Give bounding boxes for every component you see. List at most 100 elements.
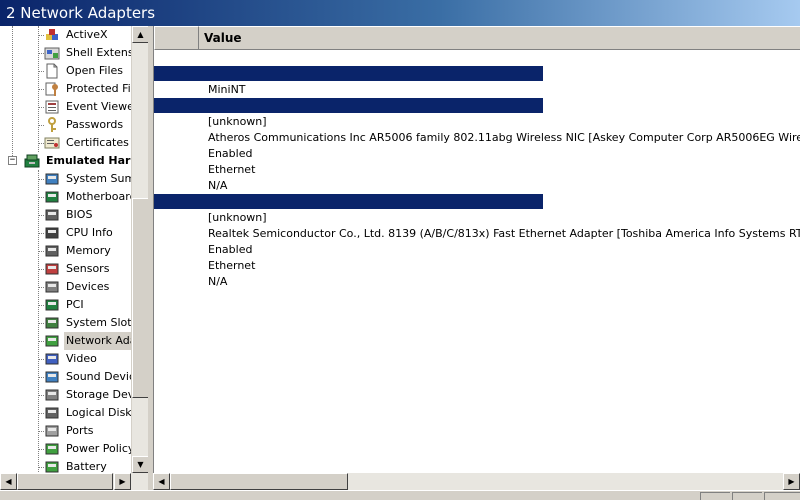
tree-item-open-files[interactable]: Open Files bbox=[0, 62, 132, 80]
tree-item-memory[interactable]: Memory bbox=[0, 242, 132, 260]
tree-item-label: Open Files bbox=[66, 64, 124, 77]
column-header-name[interactable] bbox=[154, 26, 199, 50]
scroll-right-icon[interactable]: ▶ bbox=[114, 473, 131, 490]
list-value: Atheros Communications Inc AR5006 family… bbox=[208, 131, 800, 144]
tree-item-label: Battery bbox=[66, 460, 107, 473]
scroll-right-icon[interactable]: ▶ bbox=[783, 473, 800, 490]
tree-item-network-adapters[interactable]: Network Adapters bbox=[0, 332, 132, 350]
tree-hscroll-thumb[interactable] bbox=[17, 473, 113, 490]
tree-item-devices[interactable]: Devices bbox=[0, 278, 132, 296]
passwords-icon bbox=[48, 117, 56, 132]
tree-item-label: ActiveX bbox=[66, 28, 108, 41]
list-value: Enabled bbox=[208, 243, 253, 256]
list-value: Enabled bbox=[208, 147, 253, 160]
list-hscroll-thumb[interactable] bbox=[170, 473, 348, 490]
tree-item-system-slots[interactable]: System Slots bbox=[0, 314, 132, 332]
logical-disks-icon bbox=[45, 407, 59, 419]
protected-files-icon bbox=[45, 82, 58, 96]
tree-item-label: System Slots bbox=[66, 316, 132, 329]
window-title: 2 Network Adapters bbox=[6, 4, 156, 22]
scroll-down-icon[interactable]: ▼ bbox=[132, 456, 149, 473]
tree-item-label: Motherboard bbox=[66, 190, 132, 203]
tree-item-sound-devices[interactable]: Sound Devices bbox=[0, 368, 132, 386]
list-horizontal-scrollbar[interactable]: ◀ ▶ bbox=[153, 473, 800, 490]
section-header-band bbox=[154, 66, 543, 81]
video-icon bbox=[45, 353, 59, 365]
tree-panel[interactable]: ActiveX Shell Extensions Open Files Prot… bbox=[0, 26, 148, 473]
tree-item-bios[interactable]: BIOS bbox=[0, 206, 132, 224]
tree-item-label: System Summary bbox=[66, 172, 132, 185]
list-value: N/A bbox=[208, 179, 228, 192]
tree-item-label: Memory bbox=[66, 244, 111, 257]
cpu-icon bbox=[45, 227, 59, 239]
tree-item-logical-disks[interactable]: Logical Disks bbox=[0, 404, 132, 422]
list-value: Ethernet bbox=[208, 259, 256, 272]
motherboard-icon bbox=[45, 191, 59, 203]
scroll-left-icon[interactable]: ◀ bbox=[153, 473, 170, 490]
tree-item-label: Logical Disks bbox=[66, 406, 132, 419]
tree-item-event-viewer[interactable]: Event Viewer bbox=[0, 98, 132, 116]
tree-item-label: Event Viewer bbox=[66, 100, 132, 113]
emulated-hardware-icon bbox=[24, 154, 40, 168]
tree-group-label: Emulated Hardware bbox=[46, 154, 132, 167]
scroll-up-icon[interactable]: ▲ bbox=[132, 26, 149, 43]
shell-extensions-icon bbox=[44, 47, 60, 60]
tree-item-power-policy[interactable]: Power Policy bbox=[0, 440, 132, 458]
details-list[interactable]: Value MiniNT [unknown] Atheros Communica… bbox=[153, 26, 800, 473]
list-value: [unknown] bbox=[208, 115, 267, 128]
status-bar bbox=[0, 490, 800, 500]
battery-icon bbox=[45, 461, 59, 473]
tree-item-pci[interactable]: PCI bbox=[0, 296, 132, 314]
status-pane bbox=[764, 492, 800, 500]
ports-icon bbox=[45, 425, 59, 437]
section-header-band bbox=[154, 194, 543, 209]
tree-item-label: Power Policy bbox=[66, 442, 132, 455]
system-slots-icon bbox=[45, 317, 59, 329]
tree-item-label: CPU Info bbox=[66, 226, 113, 239]
tree-scroll-thumb[interactable] bbox=[132, 198, 149, 398]
tree-item-label: Sensors bbox=[66, 262, 110, 275]
tree-item-certificates[interactable]: Certificates bbox=[0, 134, 132, 152]
sound-devices-icon bbox=[45, 371, 59, 383]
title-bar: 2 Network Adapters bbox=[0, 0, 800, 26]
tree-item-motherboard[interactable]: Motherboard bbox=[0, 188, 132, 206]
tree-item-video[interactable]: Video bbox=[0, 350, 132, 368]
tree-item-storage-devices[interactable]: Storage Devices bbox=[0, 386, 132, 404]
network-adapters-icon bbox=[45, 335, 59, 347]
tree-item-cpu[interactable]: CPU Info bbox=[0, 224, 132, 242]
tree-item-shell-extensions[interactable]: Shell Extensions bbox=[0, 44, 132, 62]
collapse-icon[interactable]: − bbox=[8, 156, 17, 165]
sensors-icon bbox=[45, 263, 59, 275]
certificates-icon bbox=[44, 137, 60, 149]
tree-item-label: Sound Devices bbox=[66, 370, 132, 383]
event-viewer-icon bbox=[45, 100, 59, 114]
scroll-left-icon[interactable]: ◀ bbox=[0, 473, 17, 490]
tree-horizontal-scrollbar[interactable]: ◀ ▶ bbox=[0, 473, 148, 490]
tree-item-label: Certificates bbox=[66, 136, 129, 149]
tree-item-system-summary[interactable]: System Summary bbox=[0, 170, 132, 188]
tree-item-sensors[interactable]: Sensors bbox=[0, 260, 132, 278]
tree-vertical-scrollbar[interactable]: ▲ ▼ bbox=[131, 26, 149, 473]
tree-item-ports[interactable]: Ports bbox=[0, 422, 132, 440]
storage-devices-icon bbox=[45, 389, 59, 401]
tree-item-activex[interactable]: ActiveX bbox=[0, 26, 132, 44]
power-policy-icon bbox=[45, 443, 59, 455]
list-value: MiniNT bbox=[208, 83, 246, 96]
devices-icon bbox=[45, 281, 59, 293]
pci-icon bbox=[45, 299, 59, 311]
tree-item-protected-files[interactable]: Protected Files bbox=[0, 80, 132, 98]
open-files-icon bbox=[46, 63, 58, 79]
tree-item-battery[interactable]: Battery bbox=[0, 458, 132, 473]
system-summary-icon bbox=[45, 173, 59, 185]
memory-icon bbox=[45, 245, 59, 257]
tree-item-label: Video bbox=[66, 352, 97, 365]
tree-group-emulated-hardware[interactable]: − Emulated Hardware bbox=[0, 152, 132, 170]
list-value: [unknown] bbox=[208, 211, 267, 224]
tree-item-passwords[interactable]: Passwords bbox=[0, 116, 132, 134]
column-header-value[interactable]: Value bbox=[199, 26, 800, 50]
tree-item-label: BIOS bbox=[66, 208, 93, 221]
tree-item-label: Network Adapters bbox=[64, 332, 132, 350]
tree-item-label: Storage Devices bbox=[66, 388, 132, 401]
tree-item-label: Shell Extensions bbox=[66, 46, 132, 59]
tree-item-label: PCI bbox=[66, 298, 84, 311]
